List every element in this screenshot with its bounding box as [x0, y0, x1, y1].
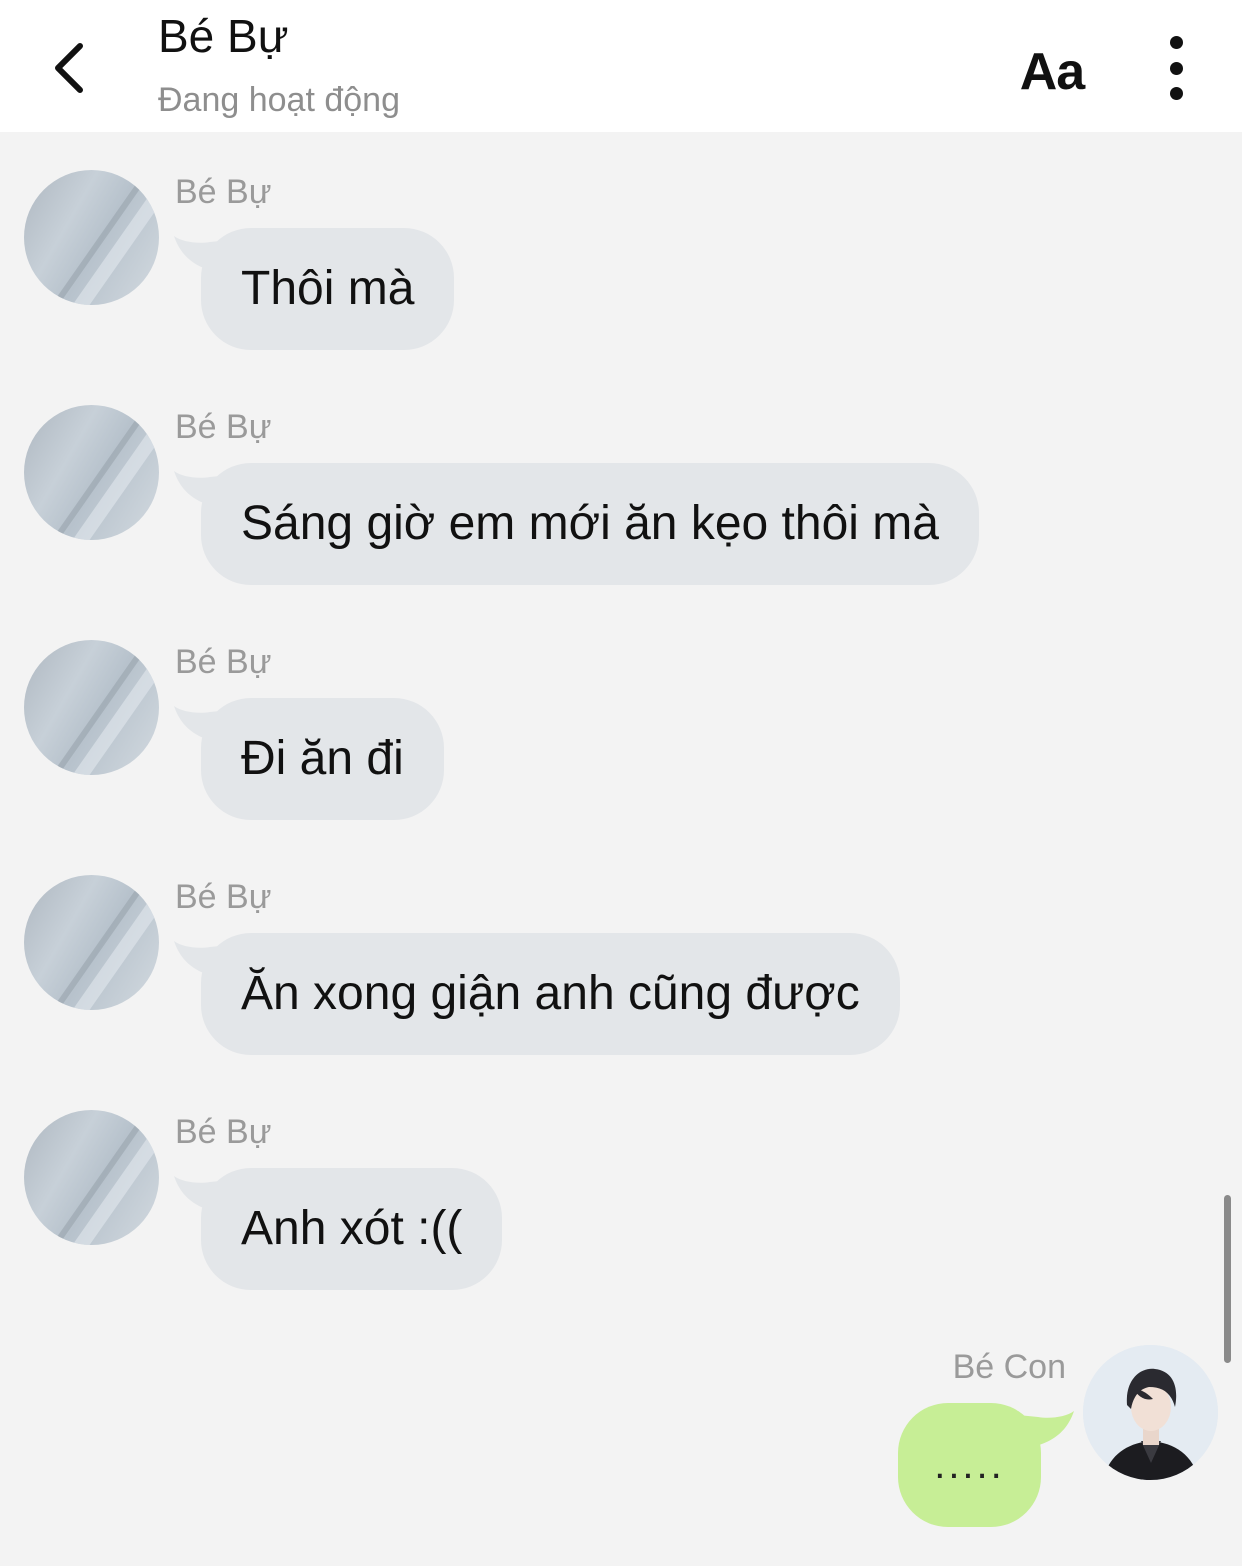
avatar-texture [68, 876, 159, 1010]
chevron-left-icon [55, 43, 83, 93]
person-photo-icon [1083, 1345, 1218, 1480]
message-bubble[interactable]: Thôi mà [201, 228, 455, 350]
message-bubble[interactable]: Anh xót :(( [201, 1168, 503, 1290]
back-button[interactable] [40, 38, 96, 98]
message-row: Bé Bự Anh xót :(( [0, 1110, 1242, 1310]
message-row: Bé Bự Ăn xong giận anh cũng được [0, 875, 1242, 1075]
contact-name: Bé Bự [158, 10, 289, 62]
more-dots-icon [1169, 36, 1183, 49]
my-message-bubble[interactable]: ..... [898, 1403, 1041, 1527]
contact-status: Đang hoạt động [158, 81, 400, 119]
avatar[interactable] [24, 875, 159, 1010]
more-dot [1169, 61, 1183, 75]
sender-name: Bé Bự [175, 408, 272, 446]
avatar-texture [68, 641, 159, 775]
avatar[interactable] [24, 1110, 159, 1245]
chat-header: Bé Bự Đang hoạt động Aa [0, 0, 1242, 132]
more-dot [1169, 87, 1183, 100]
sender-name: Bé Bự [175, 643, 272, 681]
sender-name: Bé Bự [175, 1113, 272, 1151]
avatar[interactable] [24, 405, 159, 540]
message-bubble[interactable]: Sáng giờ em mới ăn kẹo thôi mà [201, 463, 979, 585]
avatar-texture [68, 1111, 159, 1245]
my-avatar[interactable] [1083, 1345, 1218, 1480]
avatar-texture [68, 406, 159, 540]
avatar[interactable] [24, 170, 159, 305]
message-bubble[interactable]: Ăn xong giận anh cũng được [201, 933, 900, 1055]
more-options-button[interactable] [1150, 32, 1202, 104]
message-row: Bé Bự Sáng giờ em mới ăn kẹo thôi mà [0, 405, 1242, 605]
message-bubble[interactable]: Đi ăn đi [201, 698, 444, 820]
avatar[interactable] [24, 640, 159, 775]
sender-name: Bé Bự [175, 878, 272, 916]
my-message-row: Bé Con ..... [0, 1345, 1242, 1545]
avatar-texture [68, 171, 159, 305]
font-size-button[interactable]: Aa [1016, 40, 1088, 104]
my-sender-name: Bé Con [952, 1348, 1066, 1386]
message-row: Bé Bự Đi ăn đi [0, 640, 1242, 840]
message-row: Bé Bự Thôi mà [0, 170, 1242, 370]
scrollbar[interactable] [1224, 1195, 1231, 1363]
sender-name: Bé Bự [175, 173, 272, 211]
